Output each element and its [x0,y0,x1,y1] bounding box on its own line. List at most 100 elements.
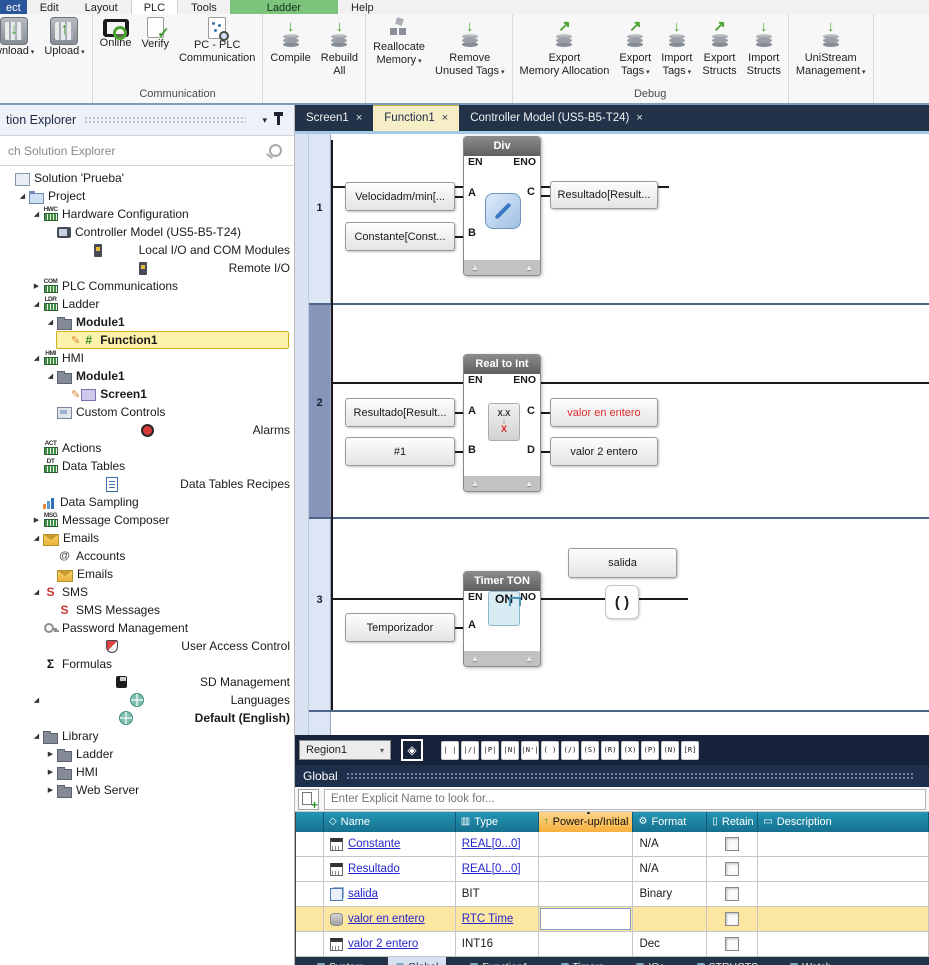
ribbon-tab-layout[interactable]: Layout [72,0,131,14]
rung-margin-4[interactable] [309,712,331,735]
expand-arrow[interactable]: ◢ [44,318,57,326]
tag-type-link[interactable]: RTC Time [462,913,514,925]
output-coil[interactable]: ( ) [605,585,639,619]
tree-item-ladder[interactable]: ◢Ladder [0,295,294,313]
tree-item-sms-messages[interactable]: SSMS Messages [0,601,294,619]
column-header-description[interactable]: Description [758,812,929,832]
expand-arrow[interactable]: ◢ [30,732,43,740]
ribbon-tab-ect[interactable]: ect [0,0,27,14]
expand-arrow[interactable]: ◢ [30,696,43,704]
expand-arrow[interactable]: ◢ [30,588,43,596]
tree-item-languages[interactable]: ◢Languages [0,691,294,709]
expand-arrow[interactable]: ◢ [30,354,43,362]
bottom-tab-ios[interactable]: IOs [628,957,672,965]
ladder-tool-coil-set[interactable]: (S) [581,741,599,760]
tree-item-data-tables-recipes[interactable]: Data Tables Recipes [0,475,294,493]
tree-item-default-english[interactable]: Default (English) [0,709,294,727]
retain-checkbox[interactable] [725,912,739,926]
real-to-int-function-block[interactable]: Real to Int EN ENO A B C D X.X ↓ X [463,354,541,492]
tree-item-sms[interactable]: ◢SSMS [0,583,294,601]
column-header-format[interactable]: Format [633,812,707,832]
tree-item-web-server[interactable]: ▶Web Server [0,781,294,799]
tree-item-message-composer[interactable]: ▶Message Composer [0,511,294,529]
table-row-valor-2-entero[interactable]: valor 2 enteroINT16Dec [296,932,929,957]
ribbon-button-export-structs[interactable]: ↗ExportStructs [697,14,741,77]
tree-item-local-i-o-and-com-modules[interactable]: Local I/O and COM Modules [0,241,294,259]
close-icon[interactable]: × [442,112,448,124]
ribbon-button-compile[interactable]: ↓Compile [265,14,315,65]
tree-item-accounts[interactable]: @Accounts [0,547,294,565]
ladder-tool-contact-inverted[interactable]: |/| [461,741,479,760]
rung-margin-2[interactable]: 2 [309,305,331,517]
tree-item-library[interactable]: ◢Library [0,727,294,745]
bottom-tab-system[interactable]: System [309,957,372,965]
ladder-tool-contact-negative[interactable]: |N| [501,741,519,760]
tag-box-salida[interactable]: salida [568,548,677,578]
ribbon-tab-edit[interactable]: Edit [27,0,72,14]
region-selector[interactable]: Region1 ▾ [299,740,391,760]
ribbon-button-online[interactable]: Online [95,14,137,50]
ladder-tool-coil-reset[interactable]: (R) [601,741,619,760]
expand-arrow[interactable]: ◢ [44,372,57,380]
tag-box-const-1[interactable]: #1 [345,437,455,466]
powerup-input[interactable] [540,908,632,930]
tag-search-input[interactable] [324,789,926,810]
close-icon[interactable]: × [356,112,362,124]
ladder-tool-contact-transition[interactable]: |N⁺| [521,741,539,760]
retain-checkbox[interactable] [725,937,739,951]
table-row-constante[interactable]: ConstanteREAL[0...0]N/A [296,832,929,857]
tag-box-valor-2-entero[interactable]: valor 2 entero [550,437,658,466]
timer-ton-function-block[interactable]: Timer TON EN ENO A ON [463,571,541,667]
doc-tab-controller-model-us5-b5-t24[interactable]: Controller Model (US5-B5-T24)× [459,105,654,131]
ribbon-button-export-memory-allocation[interactable]: ↗ExportMemory Allocation [515,14,615,77]
ladder-tool-coil-positive[interactable]: (P) [641,741,659,760]
table-row-valor-en-entero[interactable]: valor en entero RTC Time [296,907,929,932]
ribbon-button-wnload[interactable]: ↓wnload ▾ [0,14,39,60]
tree-item-hmi[interactable]: ◢HMI [0,349,294,367]
tag-name-link[interactable]: valor en entero [348,913,425,925]
doc-tab-function1[interactable]: Function1× [373,105,459,131]
expand-arrow[interactable]: ◢ [30,210,43,218]
tree-item-screen1[interactable]: ✎Screen1 [0,385,294,403]
tag-type-link[interactable]: REAL[0...0] [462,838,521,850]
row-selector-cell[interactable] [296,832,324,856]
expand-arrow[interactable]: ▶ [44,786,57,794]
tag-box-velocidad[interactable]: Velocidadm/min[... [345,182,455,211]
ribbon-tab-ladder[interactable]: Ladder [230,0,338,14]
ribbon-button-unistream-management[interactable]: ↓UniStreamManagement ▾ [791,14,871,79]
ribbon-button-pc-plc-communication[interactable]: PC - PLCCommunication [174,14,260,64]
row-selector-cell[interactable] [296,932,324,956]
rung-margin-1[interactable]: 1 [309,134,331,303]
block-expander[interactable] [464,476,540,491]
ladder-tool-coil-negative[interactable]: (N) [661,741,679,760]
ladder-tool-coil[interactable]: ( ) [541,741,559,760]
bottom-tab-structs[interactable]: STRUCTS [689,957,767,965]
ribbon-button-rebuild-all[interactable]: ↓RebuildAll [316,14,363,77]
bottom-tab-function1[interactable]: Function1 [462,957,536,965]
tree-item-emails[interactable]: ◢Emails [0,529,294,547]
ribbon-button-import-tags[interactable]: ↓ImportTags ▾ [656,14,697,79]
tree-item-password-management[interactable]: Password Management [0,619,294,637]
row-selector-cell[interactable] [296,857,324,881]
tree-item-module1[interactable]: ◢Module1 [0,367,294,385]
expand-arrow[interactable]: ◢ [16,192,29,200]
expand-arrow[interactable]: ◢ [30,300,43,308]
ribbon-button-upload[interactable]: ↑Upload ▾ [39,14,89,60]
tag-name-link[interactable]: salida [348,888,378,900]
tag-name-link[interactable]: Constante [348,838,400,850]
expand-arrow[interactable]: ▶ [30,282,43,290]
tag-name-link[interactable]: Resultado [348,863,400,875]
solution-explorer-search[interactable]: ch Solution Explorer [0,136,294,166]
tree-item-controller-model-us5-b5-t24[interactable]: Controller Model (US5-B5-T24) [0,223,294,241]
drag-handle[interactable] [84,116,246,124]
tag-box-resultado-out[interactable]: Resultado[Result... [550,181,658,209]
tag-name-link[interactable]: valor 2 entero [348,938,418,950]
ribbon-button-import-structs[interactable]: ↓ImportStructs [742,14,786,77]
ribbon-tab-plc[interactable]: PLC [131,0,178,14]
column-header-name[interactable]: Name [324,812,456,832]
tree-item-solution-prueba[interactable]: Solution 'Prueba' [0,169,294,187]
ladder-tool-contact-positive[interactable]: |P| [481,741,499,760]
retain-checkbox[interactable] [725,862,739,876]
tree-item-module1[interactable]: ◢Module1 [0,313,294,331]
ribbon-button-verify[interactable]: Verify [136,14,174,51]
